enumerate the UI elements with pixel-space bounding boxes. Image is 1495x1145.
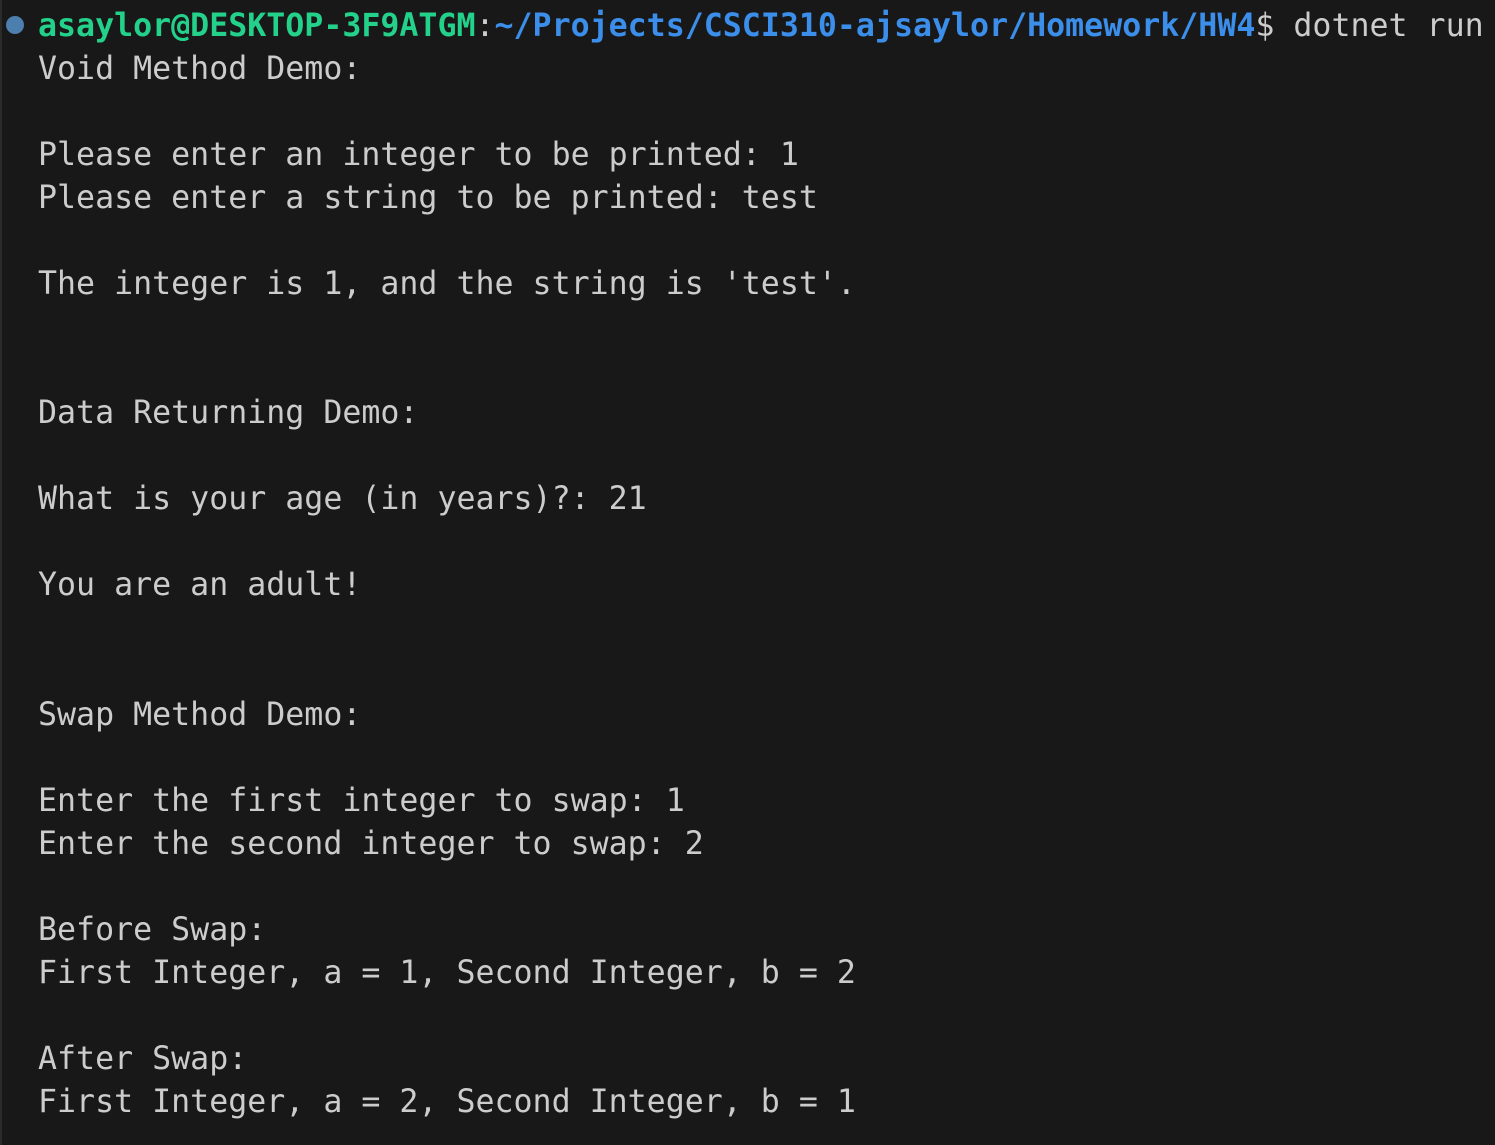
output-line-swap-after-label: After Swap:: [38, 1041, 248, 1077]
prompt-separator: :: [475, 8, 495, 44]
output-line-swap-before-label: Before Swap:: [38, 912, 267, 948]
terminal-panel[interactable]: asaylor@DESKTOP-3F9ATGM:~/Projects/CSCI3…: [0, 0, 1495, 1145]
output-line-swap-prompt-second: Enter the second integer to swap: 2: [38, 826, 704, 862]
prompt-dollar: $: [1255, 8, 1275, 44]
output-line-data-header: Data Returning Demo:: [38, 395, 419, 431]
prompt-user-host: asaylor@DESKTOP-3F9ATGM: [38, 8, 476, 44]
output-line-swap-before-values: First Integer, a = 1, Second Integer, b …: [38, 955, 856, 991]
output-line-data-result: You are an adult!: [38, 567, 362, 603]
terminal-left-border: [0, 0, 2, 1145]
output-line-void-header: Void Method Demo:: [38, 51, 362, 87]
prompt-path: ~/Projects/CSCI310-ajsaylor/Homework/HW4: [494, 8, 1256, 44]
output-line-swap-prompt-first: Enter the first integer to swap: 1: [38, 783, 685, 819]
prompt-command: dotnet run: [1274, 8, 1484, 44]
output-line-void-result: The integer is 1, and the string is 'tes…: [38, 266, 856, 302]
output-line-data-prompt-age: What is your age (in years)?: 21: [38, 481, 647, 517]
output-line-void-prompt-int: Please enter an integer to be printed: 1: [38, 137, 799, 173]
output-line-swap-after-values: First Integer, a = 2, Second Integer, b …: [38, 1084, 856, 1120]
output-line-void-prompt-str: Please enter a string to be printed: tes…: [38, 180, 818, 216]
command-decoration-icon[interactable]: [6, 16, 24, 34]
prompt-line: asaylor@DESKTOP-3F9ATGM:~/Projects/CSCI3…: [38, 5, 1484, 47]
output-line-swap-header: Swap Method Demo:: [38, 697, 362, 733]
